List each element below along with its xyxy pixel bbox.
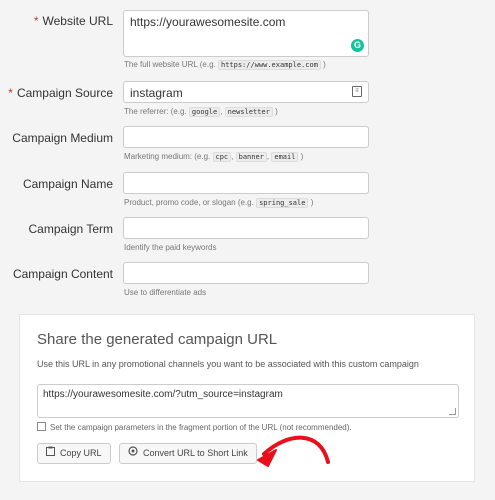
help-code: newsletter — [224, 107, 273, 117]
generated-url-field[interactable]: https://yourawesomesite.com/?utm_source=… — [37, 384, 459, 418]
website-url-help: The full website URL (e.g. https://www.e… — [124, 60, 326, 70]
campaign-content-field[interactable] — [123, 262, 369, 284]
campaign-source-help: The referrer: (e.g. google, newsletter ) — [124, 107, 278, 117]
panel-description: Use this URL in any promotional channels… — [37, 359, 419, 369]
help-code: email — [271, 152, 299, 162]
clipboard-icon — [46, 444, 55, 463]
help-code: spring_sale — [256, 198, 309, 208]
campaign-medium-field[interactable] — [123, 126, 369, 148]
required-marker: * — [33, 14, 39, 28]
campaign-source-label: * Campaign Source — [8, 86, 113, 100]
required-marker: * — [8, 86, 13, 100]
campaign-name-help: Product, promo code, or slogan (e.g. spr… — [124, 198, 314, 208]
grammarly-icon[interactable]: G — [351, 39, 364, 52]
generated-url-value: https://yourawesomesite.com/?utm_source=… — [43, 389, 283, 400]
share-url-panel: Share the generated campaign URL Use thi… — [19, 314, 475, 482]
link-icon — [128, 444, 138, 463]
website-url-label: * Website URL — [33, 14, 113, 28]
campaign-name-field[interactable] — [123, 172, 369, 194]
campaign-term-help: Identify the paid keywords — [124, 243, 217, 252]
campaign-term-label: Campaign Term — [28, 222, 113, 236]
campaign-source-field[interactable]: instagram ≡ — [123, 81, 369, 103]
help-code: google — [188, 107, 221, 117]
website-url-value: https://yourawesomesite.com — [130, 15, 286, 29]
convert-short-link-label: Convert URL to Short Link — [143, 448, 248, 458]
campaign-medium-label: Campaign Medium — [12, 131, 113, 145]
website-url-field[interactable]: https://yourawesomesite.com G — [123, 10, 369, 57]
copy-url-button[interactable]: Copy URL — [37, 443, 111, 464]
annotation-arrow-icon — [257, 435, 330, 467]
help-code: cpc — [212, 152, 232, 162]
help-code: https://www.example.com — [217, 60, 321, 70]
campaign-content-help: Use to differentiate ads — [124, 288, 207, 297]
panel-title: Share the generated campaign URL — [37, 331, 278, 348]
campaign-name-label: Campaign Name — [22, 177, 113, 191]
resize-handle-icon[interactable] — [449, 408, 456, 415]
convert-short-link-button[interactable]: Convert URL to Short Link — [119, 443, 257, 464]
fragment-checkbox[interactable] — [37, 422, 46, 431]
copy-url-label: Copy URL — [60, 448, 102, 458]
autofill-icon[interactable]: ≡ — [352, 86, 362, 97]
campaign-content-label: Campaign Content — [12, 267, 113, 281]
campaign-source-value: instagram — [130, 86, 183, 100]
campaign-medium-help: Marketing medium: (e.g. cpc, banner, ema… — [124, 152, 304, 162]
help-code: banner — [235, 152, 267, 162]
campaign-term-field[interactable] — [123, 217, 369, 239]
